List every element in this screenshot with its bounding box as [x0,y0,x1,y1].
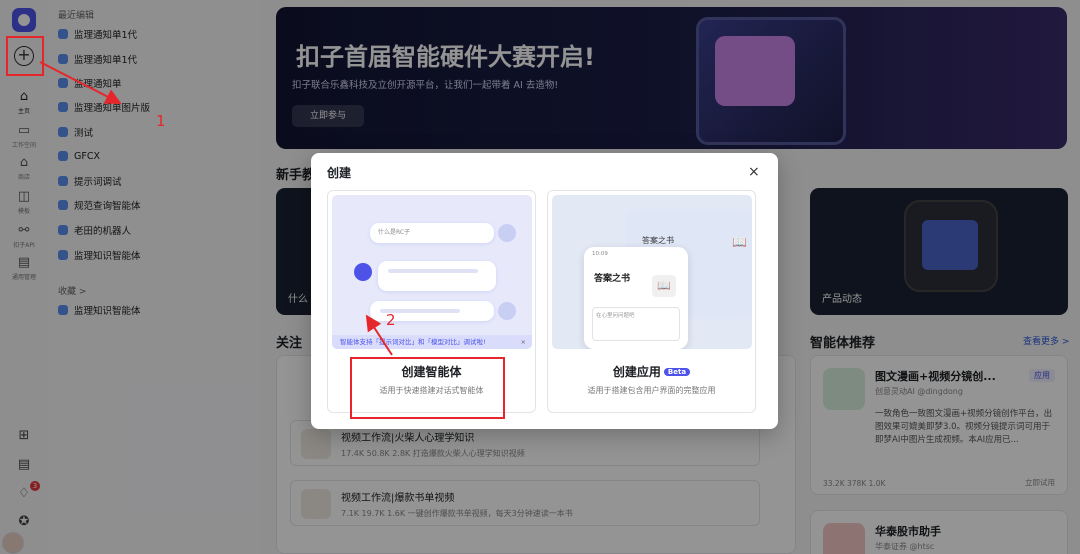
annotation-arrows [39,61,393,356]
